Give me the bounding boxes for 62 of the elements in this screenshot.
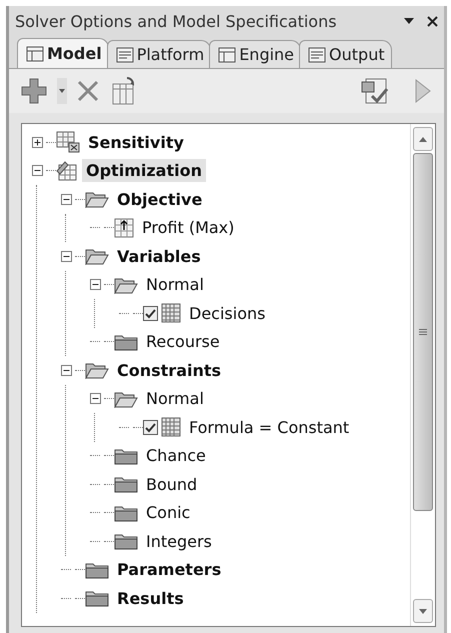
tree-item[interactable]: Recourse [142, 330, 224, 354]
open-folder-icon [85, 247, 109, 266]
open-folder-icon [85, 190, 109, 208]
grip-icon [419, 329, 427, 335]
expand-icon[interactable] [32, 136, 42, 148]
sheet-check-icon[interactable] [360, 76, 390, 106]
tree-item[interactable]: Sensitivity [84, 130, 188, 154]
close-icon[interactable] [427, 16, 438, 26]
tree-item[interactable]: Profit (Max) [138, 216, 238, 240]
tree-item[interactable]: Conic [142, 501, 194, 524]
grid-icon [161, 417, 181, 438]
collapse-icon[interactable] [90, 393, 100, 404]
tab-icon [116, 46, 134, 62]
scrollbar[interactable] [410, 124, 435, 626]
tab[interactable]: Output [299, 40, 392, 68]
folder-icon [114, 446, 138, 465]
tree-item[interactable]: Constraints [113, 358, 226, 382]
caret-icon[interactable] [57, 78, 67, 104]
tab[interactable]: Platform [106, 40, 212, 68]
open-folder-icon [114, 390, 138, 408]
tab-icon [308, 46, 326, 62]
scroll-up-icon[interactable] [419, 136, 427, 142]
tab-icon [26, 46, 44, 62]
tree-item[interactable]: Chance [142, 444, 210, 468]
scroll-thumb[interactable] [413, 153, 433, 511]
open-folder-icon [114, 276, 138, 294]
tree-item[interactable]: Objective [113, 188, 206, 211]
collapse-icon[interactable] [90, 279, 100, 290]
tab[interactable]: Engine [209, 40, 302, 68]
tab[interactable]: Model [17, 38, 109, 68]
folder-icon [114, 504, 138, 522]
add-icon[interactable] [21, 78, 47, 104]
folder-icon [85, 589, 109, 608]
checkbox[interactable] [143, 306, 158, 321]
dropdown-icon[interactable] [403, 16, 415, 26]
tab-icon [218, 46, 236, 62]
collapse-icon[interactable] [60, 194, 72, 205]
collapse-icon[interactable] [32, 165, 42, 176]
tree-item[interactable]: Parameters [113, 558, 226, 582]
tree-item[interactable]: Formula = Constant [185, 416, 354, 439]
tree-item[interactable]: Bound [142, 472, 202, 496]
tree-item[interactable]: Decisions [185, 302, 270, 325]
tree-item[interactable]: Results [113, 586, 188, 610]
checkbox[interactable] [143, 420, 158, 435]
grid-icon [161, 303, 181, 324]
spreadsheet-icon [56, 131, 80, 154]
folder-icon [114, 475, 138, 494]
collapse-icon[interactable] [60, 364, 72, 376]
folder-icon [114, 532, 138, 550]
scroll-down-icon[interactable] [419, 608, 427, 614]
tree-item[interactable]: Normal [142, 387, 208, 410]
collapse-icon[interactable] [60, 250, 72, 262]
table-icon [56, 160, 78, 181]
folder-icon [114, 332, 138, 351]
tree-item[interactable]: Integers [142, 530, 216, 553]
tree-item[interactable]: Variables [113, 244, 205, 268]
window-title: Solver Options and Model Specifications [15, 12, 338, 30]
tree-item[interactable]: Optimization [82, 159, 206, 182]
delete-icon[interactable] [77, 80, 99, 102]
tree-item[interactable]: Normal [142, 273, 208, 296]
open-folder-icon [85, 361, 109, 380]
folder-icon [85, 560, 109, 579]
